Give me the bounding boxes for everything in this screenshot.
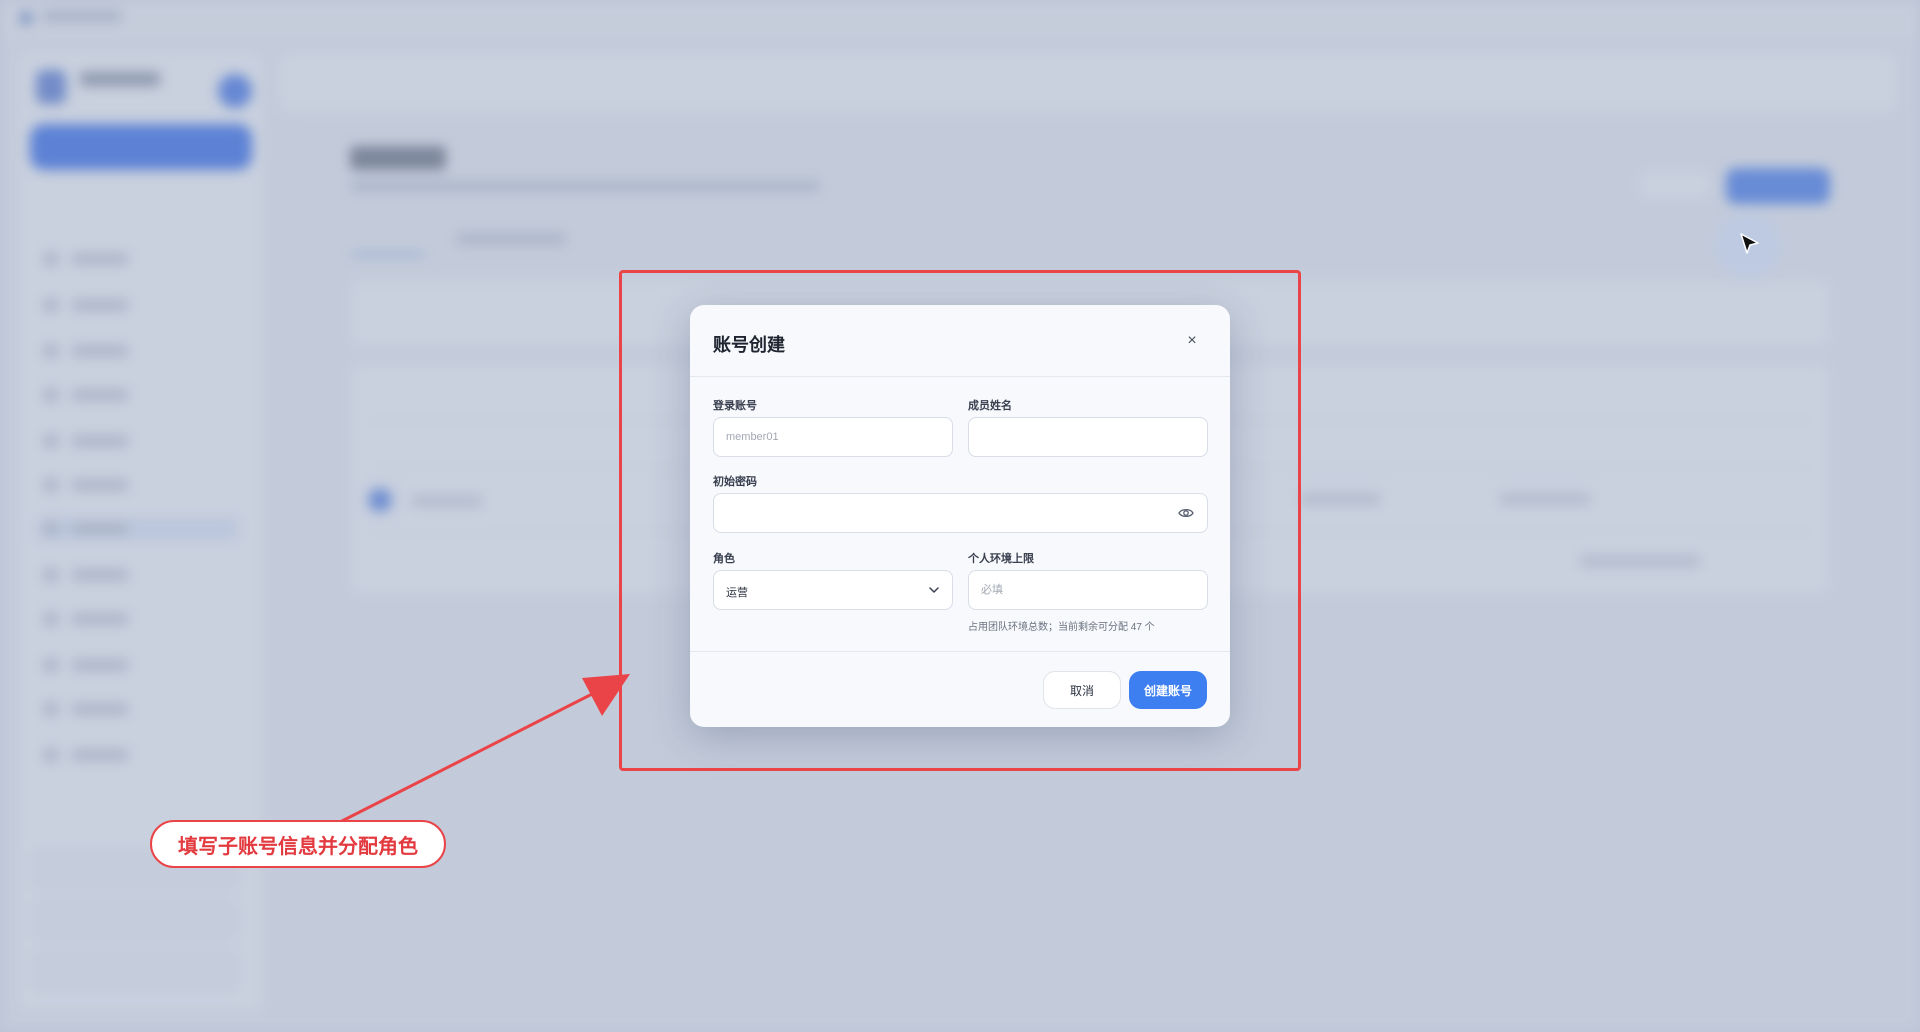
pointer-arrow-icon <box>339 674 630 824</box>
annotation-callout: 填写子账号信息并分配角色 <box>150 820 446 868</box>
cursor-icon <box>1740 233 1759 254</box>
highlight-box <box>619 270 1301 771</box>
